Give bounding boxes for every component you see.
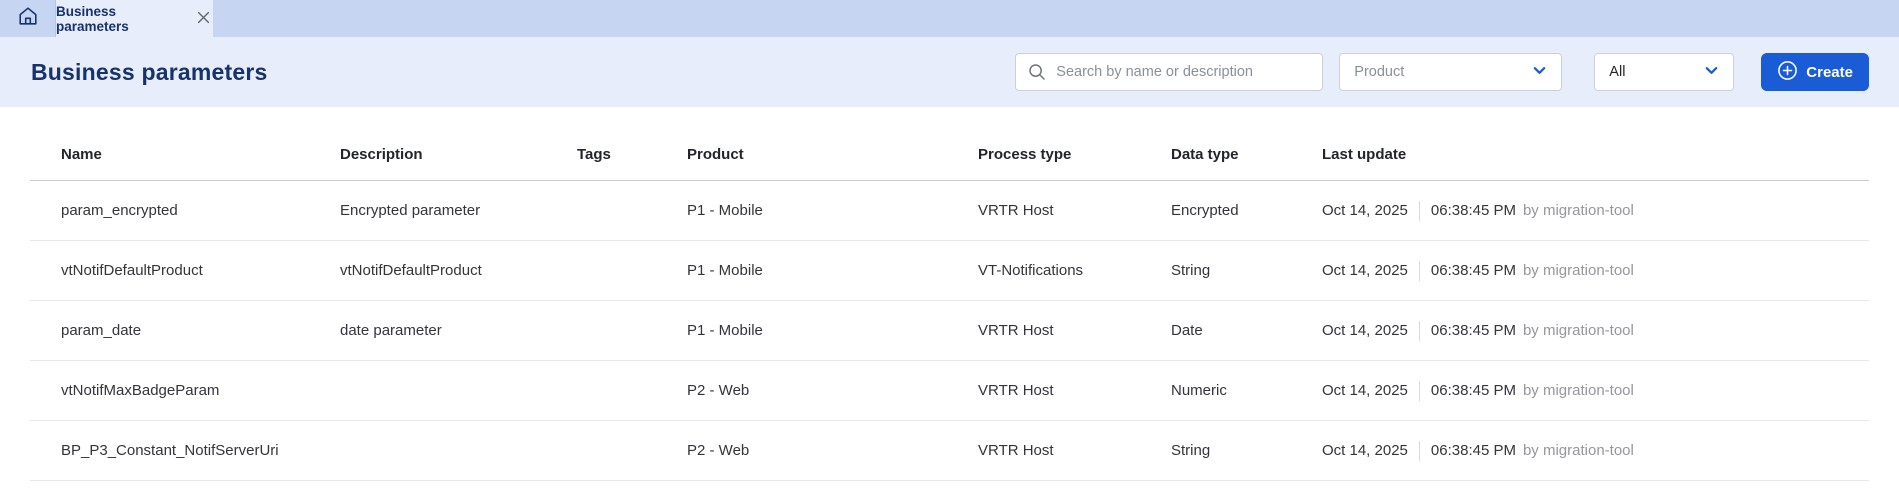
cell-name: vtNotifMaxBadgeParam: [30, 382, 340, 399]
last-update-date: Oct 14, 2025: [1322, 382, 1408, 399]
date-time-divider: [1419, 201, 1420, 221]
col-header-product[interactable]: Product: [687, 146, 978, 163]
home-icon: [17, 5, 39, 32]
table-row[interactable]: BP_P3_Constant_NotifServerUri P2 - Web V…: [30, 421, 1869, 481]
cell-data-type: Encrypted: [1171, 202, 1322, 219]
last-update-time: 06:38:45 PM: [1431, 322, 1516, 339]
cell-process-type: VT-Notifications: [978, 262, 1171, 279]
search-field: [1015, 53, 1323, 91]
plus-circle-icon: [1777, 60, 1798, 84]
chevron-down-icon: [1532, 63, 1547, 82]
scope-filter-value: All: [1609, 64, 1625, 80]
search-icon: [1027, 62, 1047, 87]
cell-name: param_encrypted: [30, 202, 340, 219]
last-update-author: by migration-tool: [1523, 382, 1634, 399]
date-time-divider: [1419, 441, 1420, 461]
cell-product: P1 - Mobile: [687, 202, 978, 219]
cell-data-type: String: [1171, 442, 1322, 459]
cell-process-type: VRTR Host: [978, 382, 1171, 399]
table-row[interactable]: param_date date parameter P1 - Mobile VR…: [30, 301, 1869, 361]
last-update-time: 06:38:45 PM: [1431, 262, 1516, 279]
scope-filter-dropdown[interactable]: All: [1594, 53, 1734, 91]
cell-last-update: Oct 14, 2025 06:38:45 PM by migration-to…: [1322, 261, 1869, 281]
create-button[interactable]: Create: [1761, 53, 1869, 91]
table-header-row: Name Description Tags Product Process ty…: [30, 107, 1869, 181]
product-filter-value: Product: [1354, 64, 1404, 80]
last-update-author: by migration-tool: [1523, 322, 1634, 339]
search-input[interactable]: [1015, 53, 1323, 91]
table-row[interactable]: vtNotifMaxBadgeParam P2 - Web VRTR Host …: [30, 361, 1869, 421]
col-header-last-update[interactable]: Last update: [1322, 146, 1869, 163]
cell-process-type: VRTR Host: [978, 202, 1171, 219]
cell-product: P2 - Web: [687, 382, 978, 399]
col-header-data-type[interactable]: Data type: [1171, 146, 1322, 163]
last-update-time: 06:38:45 PM: [1431, 202, 1516, 219]
cell-product: P1 - Mobile: [687, 322, 978, 339]
tab-business-parameters[interactable]: Business parameters: [56, 0, 213, 37]
last-update-author: by migration-tool: [1523, 202, 1634, 219]
page-title: Business parameters: [31, 59, 267, 86]
cell-description: date parameter: [340, 322, 577, 339]
cell-last-update: Oct 14, 2025 06:38:45 PM by migration-to…: [1322, 381, 1869, 401]
col-header-name[interactable]: Name: [30, 146, 340, 163]
cell-data-type: String: [1171, 262, 1322, 279]
parameters-table: Name Description Tags Product Process ty…: [30, 107, 1869, 481]
cell-description: vtNotifDefaultProduct: [340, 262, 577, 279]
cell-last-update: Oct 14, 2025 06:38:45 PM by migration-to…: [1322, 321, 1869, 341]
last-update-time: 06:38:45 PM: [1431, 442, 1516, 459]
col-header-tags[interactable]: Tags: [577, 146, 687, 163]
table-row[interactable]: vtNotifDefaultProduct vtNotifDefaultProd…: [30, 241, 1869, 301]
cell-description: Encrypted parameter: [340, 202, 577, 219]
cell-name: BP_P3_Constant_NotifServerUri: [30, 442, 340, 459]
chevron-down-icon: [1704, 63, 1719, 82]
cell-process-type: VRTR Host: [978, 442, 1171, 459]
cell-last-update: Oct 14, 2025 06:38:45 PM by migration-to…: [1322, 441, 1869, 461]
col-header-description[interactable]: Description: [340, 146, 577, 163]
cell-name: vtNotifDefaultProduct: [30, 262, 340, 279]
home-button[interactable]: [0, 0, 56, 37]
table-row[interactable]: param_encrypted Encrypted parameter P1 -…: [30, 181, 1869, 241]
last-update-date: Oct 14, 2025: [1322, 442, 1408, 459]
last-update-author: by migration-tool: [1523, 262, 1634, 279]
last-update-date: Oct 14, 2025: [1322, 202, 1408, 219]
product-filter-dropdown[interactable]: Product: [1339, 53, 1562, 91]
cell-data-type: Date: [1171, 322, 1322, 339]
cell-name: param_date: [30, 322, 340, 339]
last-update-author: by migration-tool: [1523, 442, 1634, 459]
last-update-date: Oct 14, 2025: [1322, 262, 1408, 279]
cell-product: P1 - Mobile: [687, 262, 978, 279]
create-button-label: Create: [1806, 64, 1853, 81]
tab-close-icon[interactable]: [194, 9, 213, 29]
col-header-process-type[interactable]: Process type: [978, 146, 1171, 163]
date-time-divider: [1419, 261, 1420, 281]
cell-data-type: Numeric: [1171, 382, 1322, 399]
cell-process-type: VRTR Host: [978, 322, 1171, 339]
page-header: Business parameters Product All: [0, 37, 1899, 107]
last-update-time: 06:38:45 PM: [1431, 382, 1516, 399]
cell-last-update: Oct 14, 2025 06:38:45 PM by migration-to…: [1322, 201, 1869, 221]
table-body: param_encrypted Encrypted parameter P1 -…: [30, 181, 1869, 481]
tab-bar: Business parameters: [0, 0, 1899, 37]
last-update-date: Oct 14, 2025: [1322, 322, 1408, 339]
date-time-divider: [1419, 381, 1420, 401]
tab-label: Business parameters: [56, 4, 184, 34]
cell-product: P2 - Web: [687, 442, 978, 459]
date-time-divider: [1419, 321, 1420, 341]
